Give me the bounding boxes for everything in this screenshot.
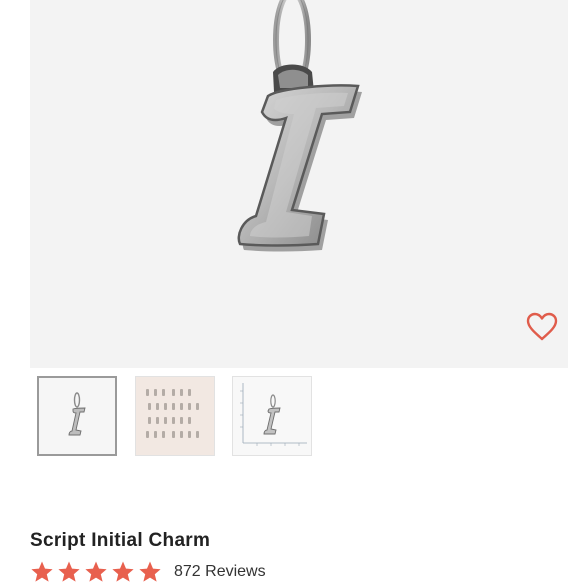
product-title: Script Initial Charm: [30, 530, 211, 551]
star-icon: [57, 560, 81, 584]
favorite-button[interactable]: [525, 311, 559, 343]
heart-outline-icon: [526, 312, 558, 341]
thumbnail-charm-image: [68, 392, 86, 436]
star-icon: [84, 560, 108, 584]
star-icon: [138, 560, 162, 584]
charm-image: [237, 0, 362, 252]
reviews-link[interactable]: 872 Reviews: [174, 563, 266, 581]
thumbnail-alphabet-set[interactable]: [135, 376, 215, 456]
product-rating: 872 Reviews: [30, 560, 350, 584]
thumbnail-charm-scale[interactable]: [232, 376, 312, 456]
star-icon: [111, 560, 135, 584]
thumbnail-scale-image: [240, 383, 307, 446]
thumbnail-alphabet-image: [146, 389, 199, 438]
thumbnail-charm-front[interactable]: [37, 376, 117, 456]
star-icon: [30, 560, 54, 584]
product-hero-image[interactable]: [30, 0, 568, 368]
star-rating[interactable]: [30, 560, 162, 584]
